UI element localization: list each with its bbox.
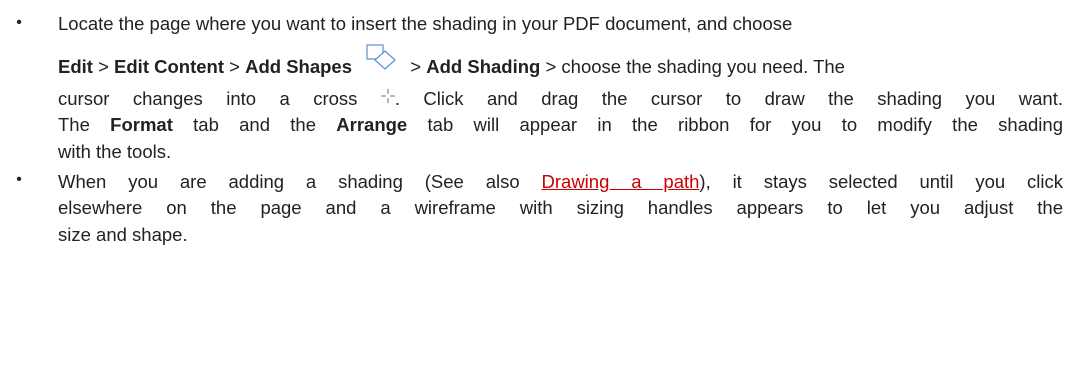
item1-line4: The Format tab and the Arrange tab will … — [58, 113, 1063, 137]
item2-line3-text: size and shape. — [58, 224, 188, 245]
menu-separator: > — [92, 55, 115, 77]
item1-line4-c: tab will appear in the ribbon for you to… — [407, 114, 1063, 135]
item2-line1: When you are adding a shading (See also … — [58, 170, 1063, 194]
item2-line1-a: When you are adding a shading (See also — [58, 171, 542, 192]
item2-line1-b: ), it stays selected until you click — [699, 171, 1063, 192]
item2-line3: size and shape. — [58, 223, 1063, 247]
item1-line2-tail: > choose the shading you need. The — [540, 55, 845, 77]
item1-line1-text: Locate the page where you want to insert… — [58, 13, 793, 34]
bullet-2: • — [16, 171, 22, 188]
add-shapes-icon — [365, 42, 399, 78]
item1-line4-b: tab and the — [172, 114, 337, 135]
menu-edit-content: Edit Content — [114, 55, 224, 77]
document-page: • Locate the page where you want to inse… — [0, 0, 1073, 369]
format-tab-label: Format — [110, 114, 173, 135]
menu-add-shapes: Add Shapes — [245, 55, 353, 77]
item1-line3: cursor changes into a cross . Click and … — [58, 87, 1063, 112]
menu-add-shading: Add Shading — [426, 55, 541, 77]
item2-line2: elsewhere on the page and a wireframe wi… — [58, 196, 1063, 220]
item1-line5: with the tools. — [58, 140, 1063, 164]
item2-line2-text: elsewhere on the page and a wireframe wi… — [58, 197, 1063, 218]
item1-line1: Locate the page where you want to insert… — [58, 12, 1063, 36]
cross-cursor-icon — [380, 85, 395, 109]
item1-line3-a: cursor changes into a cross — [58, 88, 381, 109]
arrange-tab-label: Arrange — [336, 114, 408, 135]
menu-edit: Edit — [58, 55, 93, 77]
menu-separator: > — [224, 55, 246, 77]
item1-line4-a: The — [58, 114, 111, 135]
menu-separator: > — [405, 55, 427, 77]
item1-line3-b: . Click and drag the cursor to draw the … — [394, 88, 1063, 109]
bullet-1: • — [16, 14, 22, 31]
item1-line2: Edit > Edit Content > Add Shapes > Add S… — [58, 44, 1063, 86]
item1-line5-text: with the tools. — [58, 141, 172, 162]
drawing-a-path-link[interactable]: Drawing a path — [542, 171, 700, 192]
